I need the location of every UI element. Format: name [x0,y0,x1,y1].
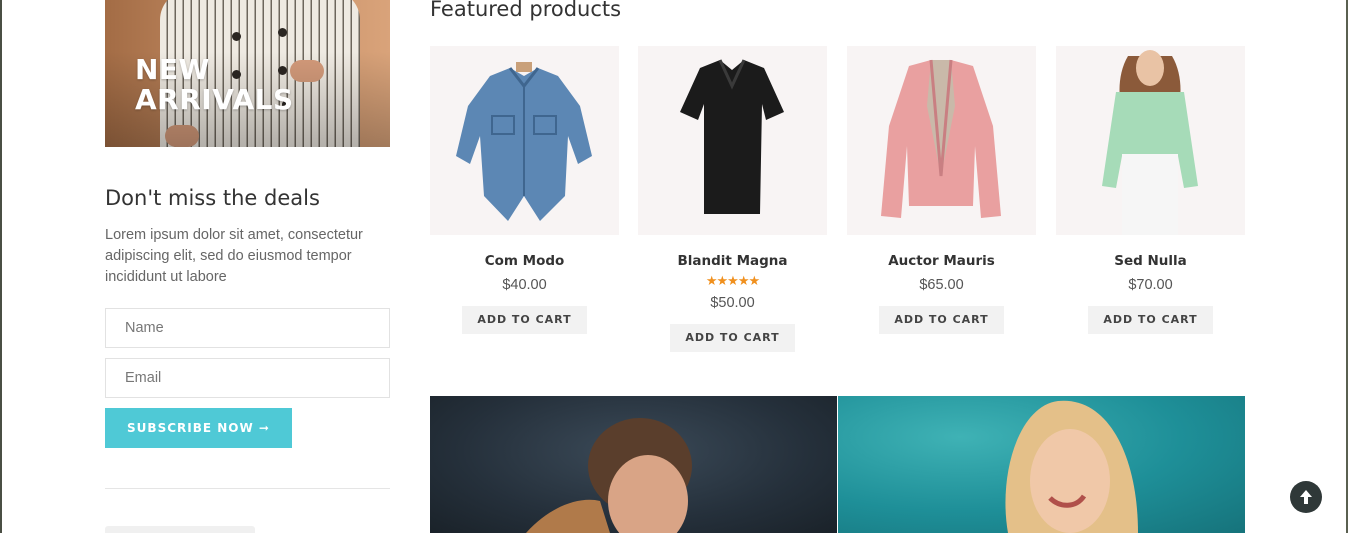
green-blouse-image[interactable] [1056,46,1245,235]
black-polo-image[interactable] [638,46,827,235]
product-price: $65.00 [919,277,964,293]
pink-jacket-image[interactable] [847,46,1036,235]
product-price: $40.00 [502,277,547,293]
name-input[interactable] [105,308,390,348]
product-card: Auctor Mauris $65.00 ADD TO CART [847,46,1036,334]
product-name[interactable]: Auctor Mauris [847,253,1036,269]
new-arrivals-banner[interactable]: NEW ARRIVALS [105,0,390,147]
product-name[interactable]: Com Modo [430,253,619,269]
add-to-cart-button[interactable]: ADD TO CART [670,324,795,352]
men-promo-banner[interactable] [430,396,837,533]
product-price: $70.00 [1128,277,1173,293]
banner-title: NEW ARRIVALS [135,53,294,116]
product-name[interactable]: Sed Nulla [1056,253,1245,269]
email-input[interactable] [105,358,390,398]
star-rating-icon: ★★★★★ [705,273,760,288]
window-edge-left [0,0,2,533]
featured-products-heading: Featured products [430,0,622,21]
product-card: Com Modo $40.00 ADD TO CART [430,46,619,334]
subscribe-button[interactable]: SUBSCRIBE NOW ➞ [105,408,292,448]
product-name[interactable]: Blandit Magna [638,253,827,269]
next-widget-title-cutoff [105,526,255,533]
product-card: Sed Nulla $70.00 ADD TO CART [1056,46,1245,334]
arrow-up-icon [1300,490,1312,504]
deals-description: Lorem ipsum dolor sit amet, consectetur … [105,227,363,285]
add-to-cart-button[interactable]: ADD TO CART [1088,306,1213,334]
add-to-cart-button[interactable]: ADD TO CART [879,306,1004,334]
add-to-cart-button[interactable]: ADD TO CART [462,306,587,334]
denim-shirt-image[interactable] [430,46,619,235]
subscribe-label: SUBSCRIBE NOW ➞ [127,421,270,435]
deals-heading: Don't miss the deals [105,186,320,210]
product-price: $50.00 [710,295,755,311]
women-promo-banner[interactable] [838,396,1245,533]
product-card: Blandit Magna ★★★★★ $50.00 ADD TO CART [638,46,827,352]
sidebar-divider [105,488,390,489]
scroll-to-top-button[interactable] [1290,481,1322,513]
